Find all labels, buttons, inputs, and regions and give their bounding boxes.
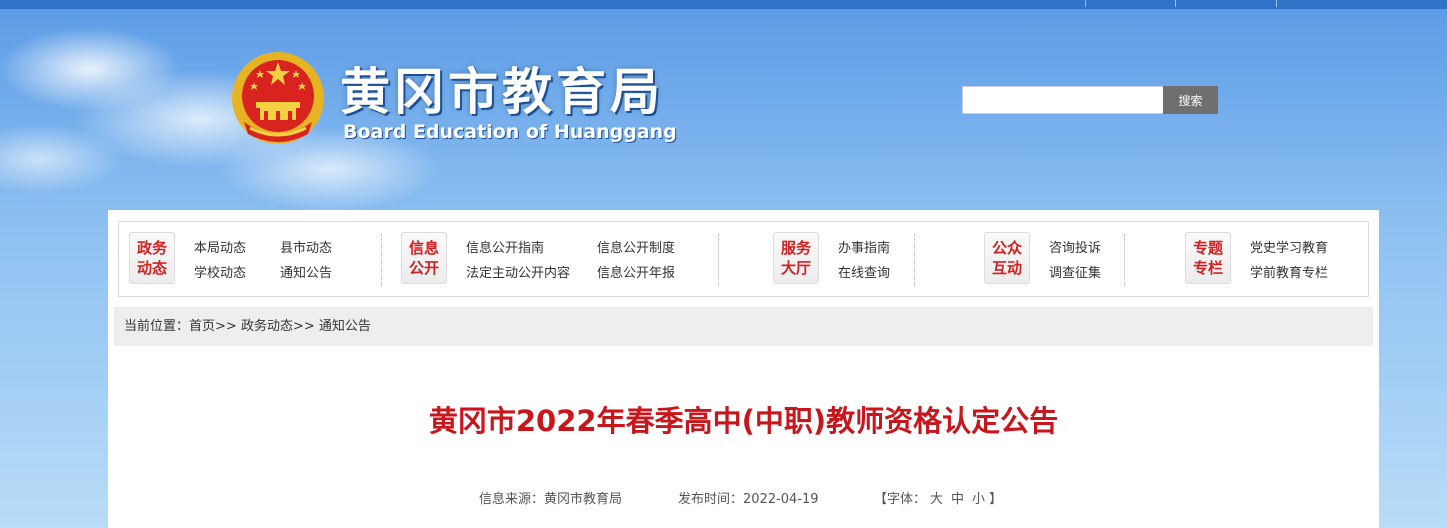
font-size-close: 】 <box>989 492 1003 507</box>
main-content: 政务 动态 本局动态 县市动态 学校动态 通知公告 信息 公开 信息公开指南 信息公… <box>108 210 1379 528</box>
breadcrumb-separator: >> <box>215 319 237 334</box>
nav-badge-special-topics[interactable]: 专题 专栏 <box>1185 232 1231 284</box>
badge-line: 专栏 <box>1192 259 1223 277</box>
source-value: 黄冈市教育局 <box>544 492 623 507</box>
badge-line: 公众 <box>991 239 1022 257</box>
top-bar <box>0 0 1447 9</box>
nav-link-disclosure-system[interactable]: 信息公开制度 <box>597 237 675 256</box>
nav-link-disclosure-guide[interactable]: 信息公开指南 <box>466 237 544 256</box>
site-subtitle: Board Education of Huanggang <box>343 121 677 143</box>
site-title: 黄冈市教育局 <box>340 63 664 121</box>
badge-line: 服务 <box>780 239 811 257</box>
font-size-small[interactable]: 小 <box>972 492 985 507</box>
badge-line: 公开 <box>408 259 439 277</box>
nav-group-special-topics: 专题专栏 党史学习教育 学前教育专栏 <box>1185 232 1365 286</box>
font-size-medium[interactable]: 中 <box>951 492 964 507</box>
nav-link-survey[interactable]: 调查征集 <box>1049 262 1101 281</box>
source-label: 信息来源： <box>479 492 545 507</box>
search-input[interactable] <box>962 86 1164 114</box>
date-value: 2022-04-19 <box>743 492 819 507</box>
breadcrumb-gov-news[interactable]: 政务动态 <box>241 319 293 334</box>
breadcrumb-separator: >> <box>292 319 315 334</box>
breadcrumb-label: 当前位置： <box>124 319 190 334</box>
date-label: 发布时间： <box>678 492 744 507</box>
nav-group-gov-news: 政务动态 本局动态 县市动态 学校动态 通知公告 <box>129 232 369 286</box>
badge-line: 大厅 <box>780 259 811 277</box>
nav-divider <box>1124 234 1125 286</box>
badge-line: 专题 <box>1192 239 1223 257</box>
nav-link-preschool[interactable]: 学前教育专栏 <box>1250 262 1328 281</box>
article-source: 信息来源：黄冈市教育局 <box>479 488 622 507</box>
nav-group-info-disclosure: 信息公开 信息公开指南 信息公开制度 法定主动公开内容 信息公开年报 <box>401 232 711 286</box>
top-bar-divider <box>1085 0 1086 7</box>
nav-group-public-interaction: 公众互动 咨询投诉 调查征集 <box>984 232 1144 286</box>
nav-divider <box>914 234 915 286</box>
top-bar-divider <box>1175 0 1176 7</box>
nav-link-party-history[interactable]: 党史学习教育 <box>1250 237 1328 256</box>
badge-line: 政务 <box>136 239 167 257</box>
nav-link-annual-report[interactable]: 信息公开年报 <box>597 262 675 281</box>
national-emblem-icon <box>232 52 324 144</box>
nav-divider <box>381 234 382 286</box>
badge-line: 信息 <box>408 239 439 257</box>
nav-badge-info-disclosure[interactable]: 信息 公开 <box>401 232 447 284</box>
nav-group-service-hall: 服务大厅 办事指南 在线查询 <box>773 232 933 286</box>
font-size-large[interactable]: 大 <box>930 492 943 507</box>
search-button[interactable]: 搜索 <box>1163 86 1218 114</box>
nav-link-school-news[interactable]: 学校动态 <box>194 262 246 281</box>
badge-line: 互动 <box>991 259 1022 277</box>
breadcrumb: 当前位置：首页>> 政务动态>> 通知公告 <box>114 307 1373 346</box>
nav-link-county-news[interactable]: 县市动态 <box>280 237 332 256</box>
badge-line: 动态 <box>136 259 167 277</box>
nav-link-statutory-disclosure[interactable]: 法定主动公开内容 <box>466 262 570 281</box>
nav-link-bureau-news[interactable]: 本局动态 <box>194 237 246 256</box>
nav-link-online-query[interactable]: 在线查询 <box>838 262 890 281</box>
article-date: 发布时间：2022-04-19 <box>678 488 819 507</box>
nav-divider <box>718 234 719 286</box>
nav-link-consult-complaint[interactable]: 咨询投诉 <box>1049 237 1101 256</box>
breadcrumb-home[interactable]: 首页 <box>189 319 215 334</box>
font-size-label: 【字体： <box>874 492 927 507</box>
top-bar-divider <box>1276 0 1277 7</box>
nav-badge-service-hall[interactable]: 服务 大厅 <box>773 232 819 284</box>
font-size-control: 【字体：大中小】 <box>874 488 1002 507</box>
main-nav: 政务 动态 本局动态 县市动态 学校动态 通知公告 信息 公开 信息公开指南 信息公… <box>118 221 1369 297</box>
breadcrumb-notices[interactable]: 通知公告 <box>319 319 371 334</box>
nav-badge-gov-news[interactable]: 政务 动态 <box>129 232 175 284</box>
nav-link-notices[interactable]: 通知公告 <box>280 262 332 281</box>
article-title: 黄冈市2022年春季高中(中职)教师资格认定公告 <box>428 404 1059 438</box>
nav-badge-public-interaction[interactable]: 公众 互动 <box>984 232 1030 284</box>
nav-link-service-guide[interactable]: 办事指南 <box>838 237 890 256</box>
